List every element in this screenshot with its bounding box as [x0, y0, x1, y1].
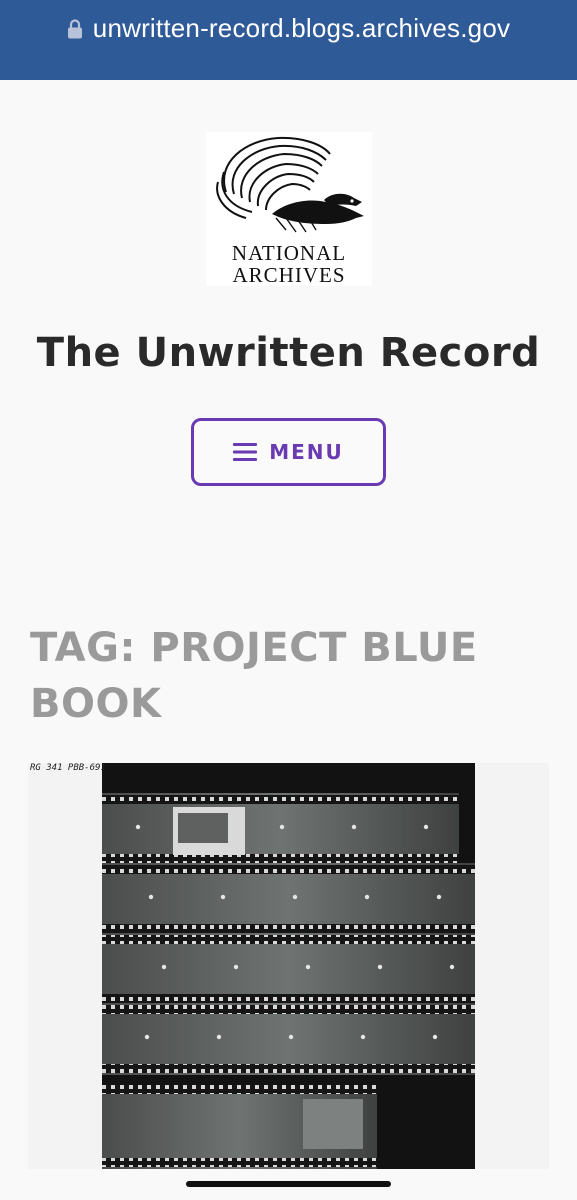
browser-url-bar[interactable]: unwritten-record.blogs.archives.gov — [0, 0, 577, 80]
film-contact-sheet-image — [28, 763, 549, 1169]
archive-heading: TAG: PROJECT BLUE BOOK — [30, 625, 478, 727]
logo-text-line2: ARCHIVES — [232, 263, 345, 286]
url-text[interactable]: unwritten-record.blogs.archives.gov — [93, 13, 510, 44]
home-indicator[interactable] — [186, 1181, 391, 1187]
national-archives-logo[interactable]: NATIONAL ARCHIVES — [206, 132, 372, 287]
site-title[interactable]: The Unwritten Record — [0, 330, 577, 376]
menu-button[interactable]: MENU — [191, 418, 386, 486]
url-container[interactable]: unwritten-record.blogs.archives.gov — [67, 13, 510, 44]
logo-text-line1: NATIONAL — [232, 241, 346, 265]
menu-label: MENU — [269, 440, 344, 464]
hamburger-icon — [233, 443, 258, 461]
image-archive-label: RG 341 PBB-691 — [30, 763, 106, 773]
post-featured-image[interactable]: RG 341 PBB-691 — [28, 763, 549, 1169]
lock-icon — [67, 18, 83, 40]
